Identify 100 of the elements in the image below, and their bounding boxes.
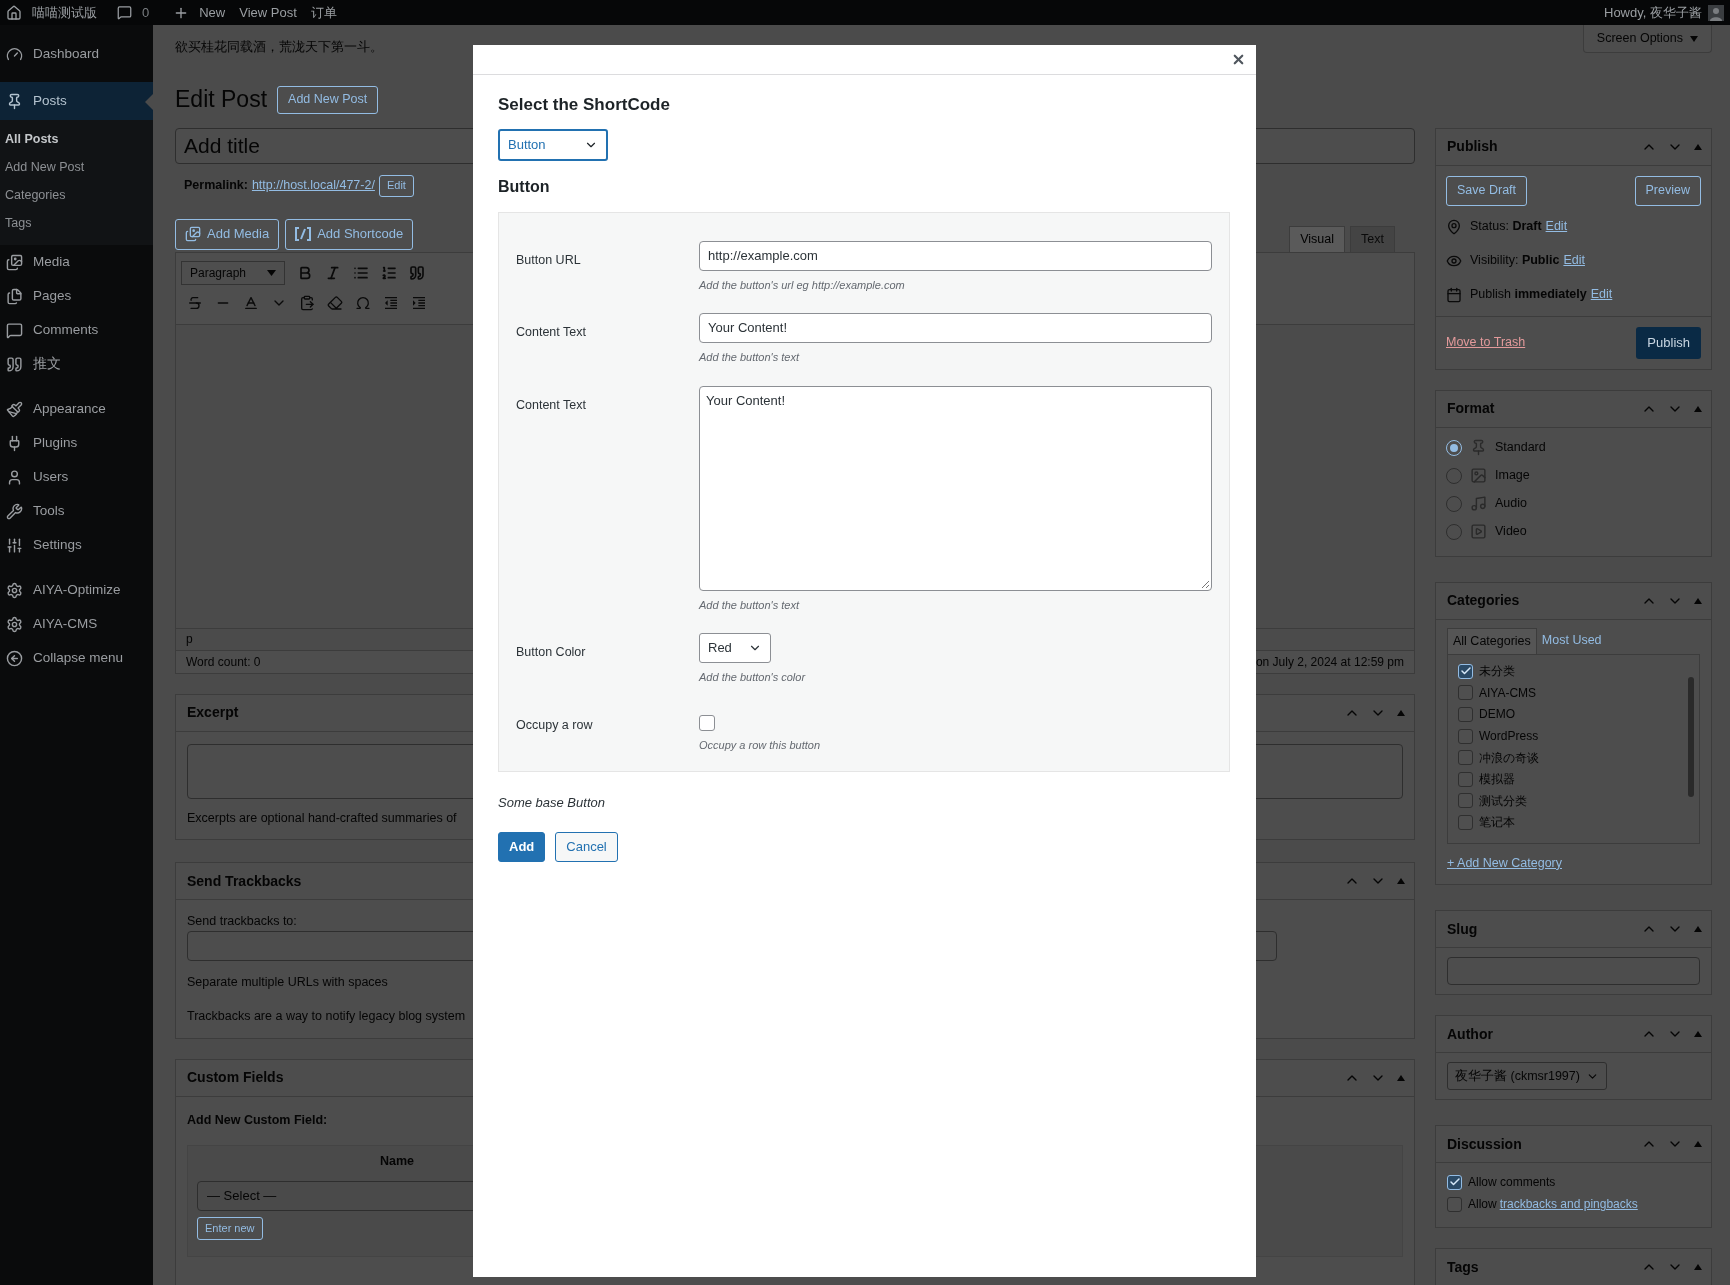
- menu-item[interactable]: Dashboard: [0, 37, 153, 71]
- checkbox[interactable]: [699, 714, 715, 731]
- add-button[interactable]: Add: [498, 831, 546, 862]
- menu-item[interactable]: AIYA-CMS: [0, 607, 153, 641]
- checkbox[interactable]: [1458, 685, 1473, 701]
- menu-item[interactable]: Comments: [0, 313, 153, 347]
- edit-link[interactable]: Edit: [1545, 217, 1568, 236]
- checkbox[interactable]: [1458, 663, 1473, 679]
- enter-new-button[interactable]: Enter new: [197, 1217, 263, 1240]
- submenu-item[interactable]: Add New Post: [0, 153, 153, 181]
- close-icon[interactable]: [1231, 52, 1246, 67]
- edit-button[interactable]: Edit: [378, 174, 414, 197]
- comment-icon[interactable]: [117, 5, 132, 20]
- text-color-icon[interactable]: [243, 294, 259, 311]
- pages-icon: [6, 287, 23, 305]
- resize-handle-icon[interactable]: [1201, 579, 1210, 589]
- toggle-icon[interactable]: [1396, 1073, 1406, 1082]
- menu-item[interactable]: Posts: [0, 82, 153, 120]
- category-label: AIYA-CMS: [1479, 684, 1537, 702]
- checkbox[interactable]: [1447, 1174, 1462, 1190]
- category-label: 未分类: [1479, 663, 1515, 681]
- add-new-post-button[interactable]: Add New Post: [277, 85, 379, 114]
- panel-title: Excerpt: [187, 703, 239, 722]
- shortcode-select[interactable]: Button: [498, 128, 608, 161]
- edit-link[interactable]: Edit: [1563, 251, 1585, 270]
- scrollbar[interactable]: [1688, 676, 1694, 797]
- paste-icon[interactable]: [299, 294, 315, 311]
- omega-icon[interactable]: [355, 294, 371, 311]
- last-edited: on July 2, 2024 at 12:59 pm: [1255, 653, 1404, 671]
- category-tab[interactable]: Most Used: [1536, 627, 1607, 654]
- menu-item[interactable]: Collapse menu: [0, 641, 153, 675]
- strikethrough-icon[interactable]: [187, 294, 203, 311]
- submenu-item[interactable]: Tags: [0, 209, 153, 237]
- image-icon: [1470, 467, 1487, 484]
- text-area[interactable]: Your Content!: [699, 385, 1212, 591]
- comment-count[interactable]: 0: [142, 2, 150, 23]
- submenu-item[interactable]: All Posts: [0, 125, 153, 153]
- greeting[interactable]: Howdy, 夜华子酱: [1604, 2, 1702, 23]
- quote-icon[interactable]: [409, 264, 425, 281]
- checkbox[interactable]: [1458, 707, 1473, 722]
- checkbox[interactable]: [1458, 728, 1473, 744]
- add-category-link[interactable]: + Add New Category: [1447, 853, 1700, 873]
- color-select[interactable]: Red: [699, 633, 771, 663]
- panel-title: Tags: [1447, 1257, 1479, 1277]
- toggle-icon[interactable]: [1693, 142, 1703, 151]
- add-shortcode-button[interactable]: Add Shortcode: [285, 218, 414, 250]
- toggle-icon[interactable]: [1693, 1030, 1703, 1039]
- menu-item[interactable]: Tools: [0, 494, 153, 528]
- toggle-icon[interactable]: [1396, 708, 1406, 717]
- site-name[interactable]: 喵喵测试版: [32, 2, 97, 23]
- indent-icon[interactable]: [411, 294, 427, 311]
- checkbox[interactable]: [1458, 814, 1473, 830]
- editor-tab[interactable]: Visual: [1289, 225, 1346, 252]
- toggle-icon[interactable]: [1693, 1140, 1703, 1149]
- toggle-icon[interactable]: [1396, 877, 1406, 886]
- menu-item[interactable]: Settings: [0, 528, 153, 562]
- toggle-icon[interactable]: [1693, 1263, 1703, 1272]
- panel-title: Discussion: [1447, 1134, 1522, 1154]
- checkbox[interactable]: [1447, 1196, 1462, 1212]
- italic-icon[interactable]: [325, 264, 341, 281]
- publish-button[interactable]: Publish: [1636, 326, 1701, 359]
- home-icon[interactable]: [6, 4, 22, 21]
- toggle-icon[interactable]: [1693, 404, 1703, 413]
- avatar-icon[interactable]: [1708, 4, 1724, 21]
- option-link[interactable]: trackbacks and pingbacks: [1499, 1195, 1638, 1214]
- menu-item[interactable]: Pages: [0, 279, 153, 313]
- text-field[interactable]: Your Content!: [699, 313, 1212, 343]
- eraser-icon[interactable]: [327, 294, 343, 311]
- text-field[interactable]: http://example.com: [699, 240, 1212, 271]
- excerpt-hint: Excerpts are optional hand-crafted summaries of: [187, 809, 458, 827]
- slug-field[interactable]: [1447, 957, 1700, 986]
- cancel-button[interactable]: Cancel: [555, 831, 618, 862]
- new-link[interactable]: New: [199, 2, 226, 23]
- outdent-icon[interactable]: [383, 294, 399, 311]
- word-count: Word count: 0: [186, 653, 261, 671]
- checkbox[interactable]: [1458, 793, 1473, 809]
- numbered-list-icon[interactable]: [381, 264, 397, 281]
- menu-item[interactable]: Users: [0, 460, 153, 494]
- add-media-button[interactable]: Add Media: [175, 218, 280, 250]
- checkbox[interactable]: [1458, 750, 1473, 766]
- toggle-icon[interactable]: [1693, 925, 1703, 934]
- view-post-link[interactable]: View Post: [239, 2, 297, 23]
- submenu-item[interactable]: Categories: [0, 181, 153, 209]
- preview-button[interactable]: Preview: [1634, 175, 1701, 206]
- wrench-icon: [6, 502, 23, 520]
- checkbox[interactable]: [1458, 771, 1473, 787]
- menu-item[interactable]: 推文: [0, 347, 153, 381]
- category-label: 笔记本: [1479, 814, 1515, 832]
- menu-item[interactable]: Plugins: [0, 426, 153, 460]
- menu-item[interactable]: Media: [0, 245, 153, 279]
- orders-link[interactable]: 订单: [310, 2, 337, 23]
- trash-link[interactable]: Move to Trash: [1446, 333, 1526, 352]
- menu-item[interactable]: Appearance: [0, 392, 153, 426]
- edit-link[interactable]: Edit: [1590, 285, 1613, 304]
- permalink-link[interactable]: http://host.local/477-2/: [251, 176, 375, 195]
- menu-item[interactable]: AIYA-Optimize: [0, 573, 153, 607]
- bold-icon[interactable]: [297, 264, 313, 281]
- user-icon: [6, 468, 23, 486]
- toggle-icon[interactable]: [1693, 596, 1703, 605]
- save-draft-button[interactable]: Save Draft: [1446, 175, 1528, 206]
